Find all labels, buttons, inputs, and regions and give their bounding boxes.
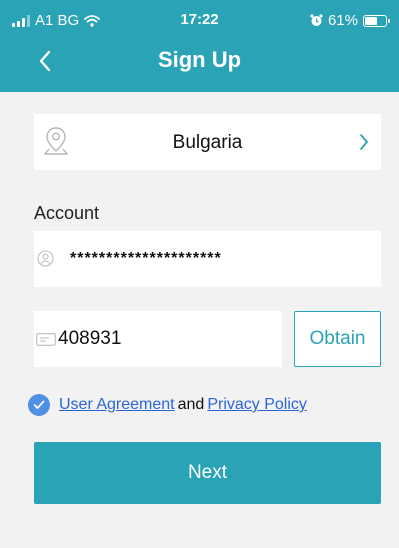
user-icon: [37, 250, 54, 267]
battery-icon: [363, 14, 390, 27]
message-code-icon: [36, 333, 56, 346]
alarm-icon: [310, 14, 323, 26]
verification-code-value: 408931: [58, 328, 122, 349]
account-label: Account: [34, 203, 100, 223]
verification-code-field[interactable]: 408931: [34, 311, 282, 367]
agreement-row: User Agreement and Privacy Policy: [28, 394, 307, 416]
agreement-checkbox[interactable]: [28, 394, 50, 416]
account-field[interactable]: *********************: [34, 231, 381, 287]
privacy-policy-link[interactable]: Privacy Policy: [207, 396, 307, 414]
status-bar: A1 BG 17:22 61%: [0, 0, 399, 40]
country-selector[interactable]: Bulgaria: [34, 114, 381, 170]
next-button[interactable]: Next: [34, 442, 381, 504]
checkmark-icon: [33, 400, 45, 409]
status-right: 61%: [310, 12, 390, 29]
battery-level: [365, 16, 377, 25]
country-name: Bulgaria: [172, 132, 243, 153]
battery-percent: 61%: [327, 12, 358, 29]
account-value: *********************: [70, 250, 222, 267]
app-header: A1 BG 17:22 61% Sign Up: [0, 0, 399, 92]
chevron-right-icon: [360, 134, 368, 150]
obtain-code-button[interactable]: Obtain: [294, 311, 381, 367]
page-title: Sign Up: [157, 47, 242, 72]
user-agreement-link[interactable]: User Agreement: [59, 396, 175, 414]
agreement-and-text: and: [177, 396, 205, 413]
